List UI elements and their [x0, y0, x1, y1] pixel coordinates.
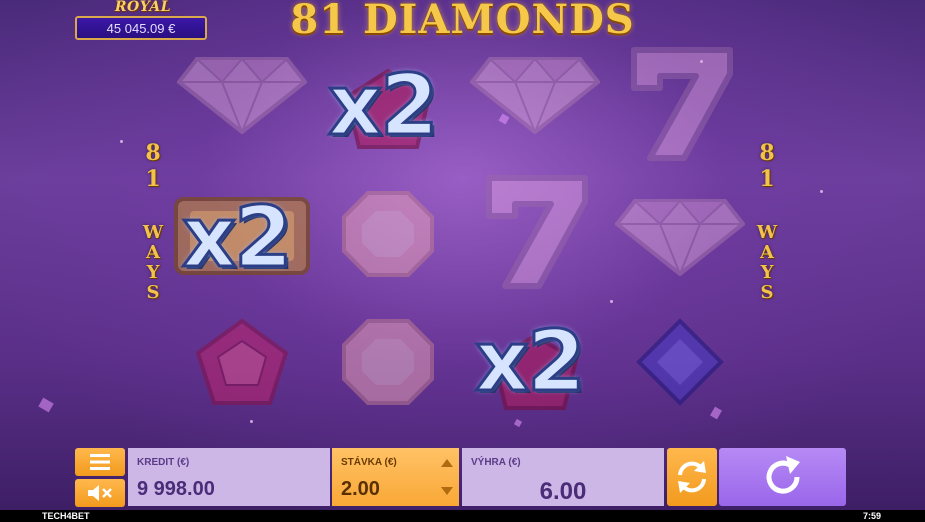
- diamond-icon: [470, 57, 600, 134]
- multiplier-x2: x2: [181, 187, 295, 288]
- sparkle: [820, 190, 823, 193]
- diamond-icon: [615, 199, 745, 276]
- ways-letter: A: [760, 242, 774, 263]
- hamburger-icon: [90, 454, 110, 470]
- ways-letter: W: [142, 222, 164, 243]
- ways-digit: 8: [145, 140, 161, 166]
- reel-4-symbol-seven: [610, 44, 750, 164]
- win-panel: VÝHRA (€) 6.00: [462, 448, 664, 506]
- seven-icon: [631, 47, 733, 161]
- reel-2-symbol-octagon: [318, 174, 458, 294]
- game-title: 81 DIAMONDS: [290, 0, 635, 43]
- stake-decrease-button[interactable]: [437, 478, 457, 504]
- ruby-icon: [195, 318, 289, 405]
- credit-panel: KREDIT (€) 9 998.00: [128, 448, 330, 506]
- stake-value: 2.00: [341, 478, 380, 500]
- reel-1-symbol-diamond: [172, 34, 312, 154]
- seven-icon: [486, 175, 588, 289]
- shard: [38, 397, 54, 413]
- diamond-icon: [177, 57, 307, 134]
- ways-digit: 1: [759, 166, 775, 192]
- reel-4-symbol-sapphire: [610, 302, 750, 422]
- credit-label: KREDIT (€): [137, 457, 190, 468]
- spin-icon: [766, 456, 800, 494]
- multiplier-x2: x2: [327, 55, 441, 156]
- ways-letter: S: [146, 282, 160, 303]
- status-bar: TECH4BET 7:59: [0, 510, 925, 522]
- stake-label: STÁVKA (€): [341, 457, 397, 468]
- clock: 7:59: [862, 511, 881, 521]
- ways-indicator-left: 8 1 W A Y S: [138, 142, 168, 304]
- game-stage: ROYAL JACKPOT 45 045.09 € 81 DIAMONDS 8 …: [0, 0, 925, 510]
- reel-4-symbol-diamond: [610, 176, 750, 296]
- autoplay-button[interactable]: [667, 448, 717, 506]
- ways-letter: Y: [146, 262, 160, 283]
- reel-1-symbol-ruby: [172, 302, 312, 422]
- arrow-up-icon: [441, 459, 453, 467]
- sound-button[interactable]: [75, 479, 125, 507]
- ways-digit: 1: [145, 166, 161, 192]
- brand-label: TECH4BET: [42, 511, 90, 521]
- win-value: 6.00: [539, 478, 587, 505]
- arrow-down-icon: [441, 487, 453, 495]
- ways-letter: A: [146, 242, 160, 263]
- menu-button[interactable]: [75, 448, 125, 476]
- credit-value: 9 998.00: [137, 478, 215, 500]
- ways-indicator-right: 8 1 W A Y S: [752, 142, 782, 304]
- reel-2-symbol-octagon: [318, 302, 458, 422]
- octagon-gem-icon: [342, 191, 434, 277]
- octagon-gem-icon: [342, 319, 434, 405]
- spin-button[interactable]: [719, 448, 846, 506]
- stake-increase-button[interactable]: [437, 450, 457, 476]
- ways-letter: Y: [760, 262, 774, 283]
- stake-panel[interactable]: STÁVKA (€) 2.00: [332, 448, 459, 506]
- autoplay-icon: [678, 461, 706, 493]
- win-label: VÝHRA (€): [471, 457, 521, 468]
- ways-digit: 8: [759, 140, 775, 166]
- multiplier-x2: x2: [474, 311, 588, 412]
- ways-letter: W: [756, 222, 778, 243]
- reel-3-symbol-seven: [465, 172, 605, 292]
- ways-letter: S: [760, 282, 774, 303]
- sapphire-icon: [636, 318, 724, 406]
- speaker-mute-icon: [88, 485, 112, 501]
- sparkle: [120, 140, 123, 143]
- reel-3-symbol-diamond: [465, 34, 605, 154]
